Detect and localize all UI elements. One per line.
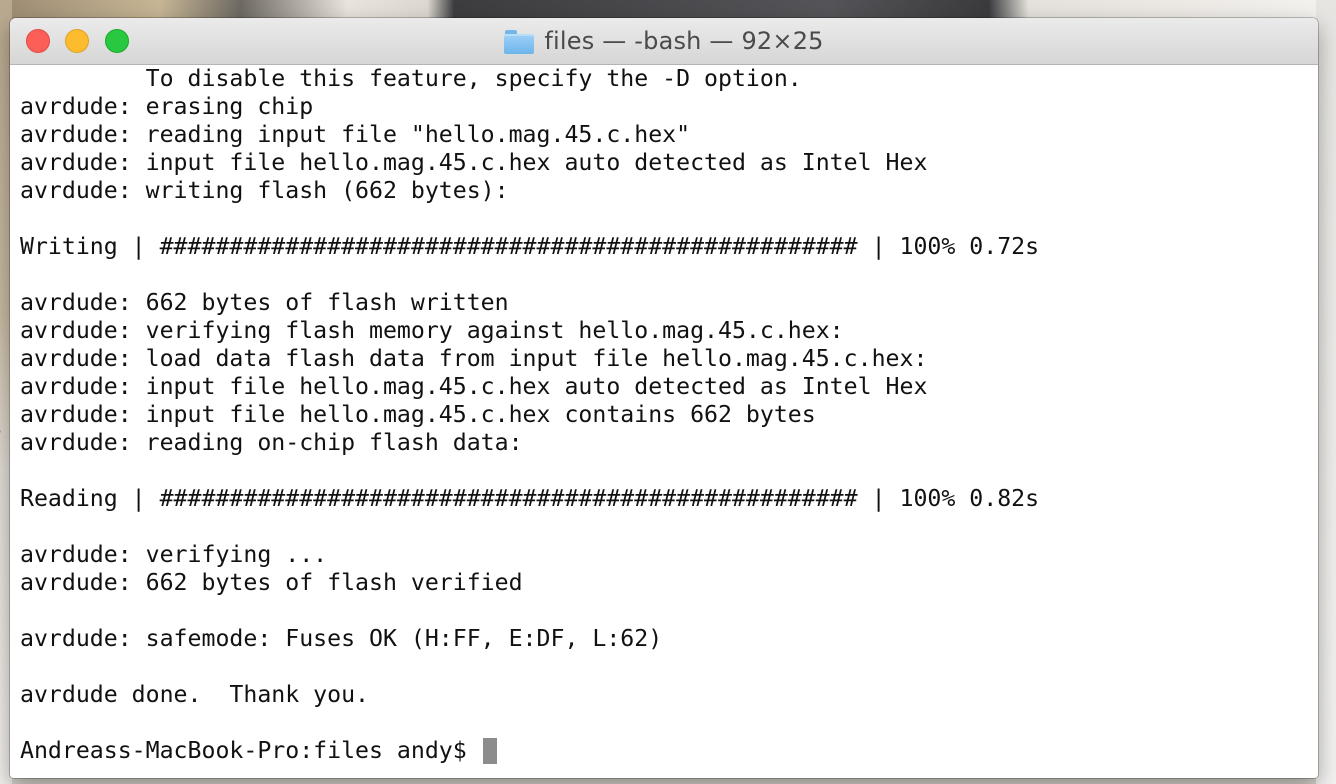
folder-icon (504, 30, 535, 54)
terminal-line: avrdude: input file hello.mag.45.c.hex a… (20, 149, 928, 176)
terminal-line: avrdude: reading on-chip flash data: (20, 429, 523, 456)
terminal-line-progress: Writing | ##############################… (20, 233, 1040, 260)
terminal-line: avrdude: input file hello.mag.45.c.hex c… (20, 401, 816, 428)
terminal-line: avrdude: verifying flash memory against … (20, 317, 844, 344)
terminal-line: avrdude: reading input file "hello.mag.4… (20, 121, 691, 148)
window-title: files — -bash — 92×25 (10, 18, 1318, 64)
terminal-line: avrdude: erasing chip (20, 93, 314, 120)
desktop-photo-right (1316, 0, 1336, 784)
desktop-photo-top (0, 0, 1336, 20)
terminal-line: avrdude: 662 bytes of flash written (20, 289, 509, 316)
terminal-line: avrdude: safemode: Fuses OK (H:FF, E:DF,… (20, 625, 663, 652)
terminal-line: avrdude: verifying ... (20, 541, 328, 568)
shell-prompt: Andreass-MacBook-Pro:files andy$ (20, 737, 481, 764)
terminal-line: avrdude: load data flash data from input… (20, 345, 928, 372)
title-bar[interactable]: files — -bash — 92×25 (10, 18, 1318, 65)
terminal-line: avrdude: 662 bytes of flash verified (20, 569, 523, 596)
terminal-content[interactable]: To disable this feature, specify the -D … (10, 65, 1318, 778)
text-cursor (482, 738, 497, 764)
terminal-line: avrdude: writing flash (662 bytes): (20, 177, 509, 204)
terminal-window: files — -bash — 92×25 To disable this fe… (10, 18, 1318, 778)
terminal-line: avrdude: input file hello.mag.45.c.hex a… (20, 373, 928, 400)
terminal-line: To disable this feature, specify the -D … (20, 65, 802, 92)
command-prompt-line[interactable]: Andreass-MacBook-Pro:files andy$ (20, 737, 1318, 765)
terminal-line: avrdude done. Thank you. (20, 681, 370, 708)
window-title-text: files — -bash — 92×25 (544, 27, 824, 55)
terminal-line-progress: Reading | ##############################… (20, 485, 1040, 512)
